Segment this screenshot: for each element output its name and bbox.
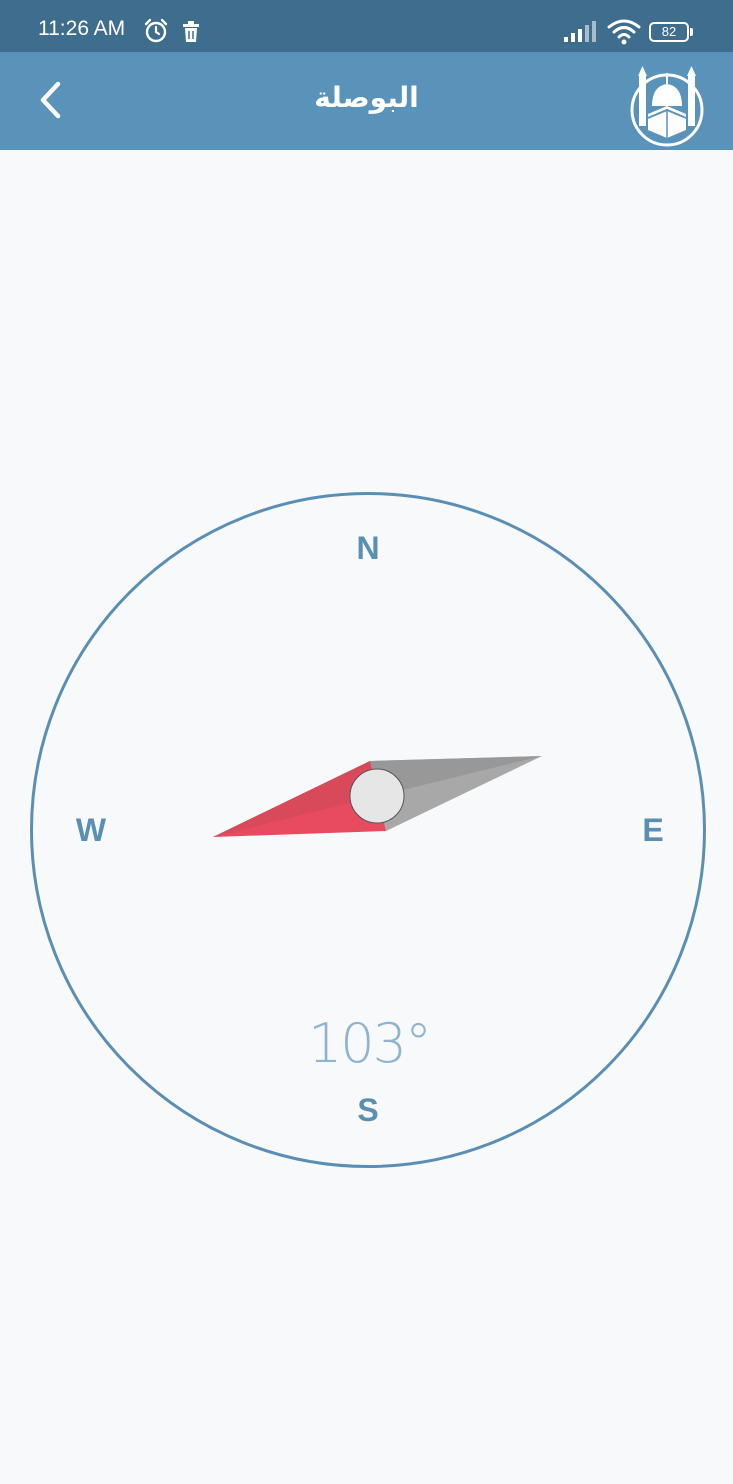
south-label: S xyxy=(357,1092,379,1128)
battery-level: 82 xyxy=(661,24,677,39)
heading-readout: 103° xyxy=(307,1012,432,1075)
compass-dial: N W E S 103° xyxy=(30,492,708,1170)
status-time: 11:26 AM xyxy=(38,17,126,40)
app-bar: البوصلة xyxy=(0,52,733,150)
trash-icon xyxy=(183,21,199,42)
east-label: E xyxy=(642,812,664,848)
west-label: W xyxy=(75,812,107,848)
battery-tip xyxy=(690,28,693,36)
status-bar: 11:26 AM 82 xyxy=(0,0,733,52)
mosque-icon xyxy=(630,66,704,147)
alarm-icon xyxy=(144,18,168,43)
north-label: N xyxy=(356,530,380,566)
battery-icon: 82 xyxy=(649,22,689,42)
signal-icon xyxy=(564,21,596,42)
wifi-icon xyxy=(607,19,641,45)
